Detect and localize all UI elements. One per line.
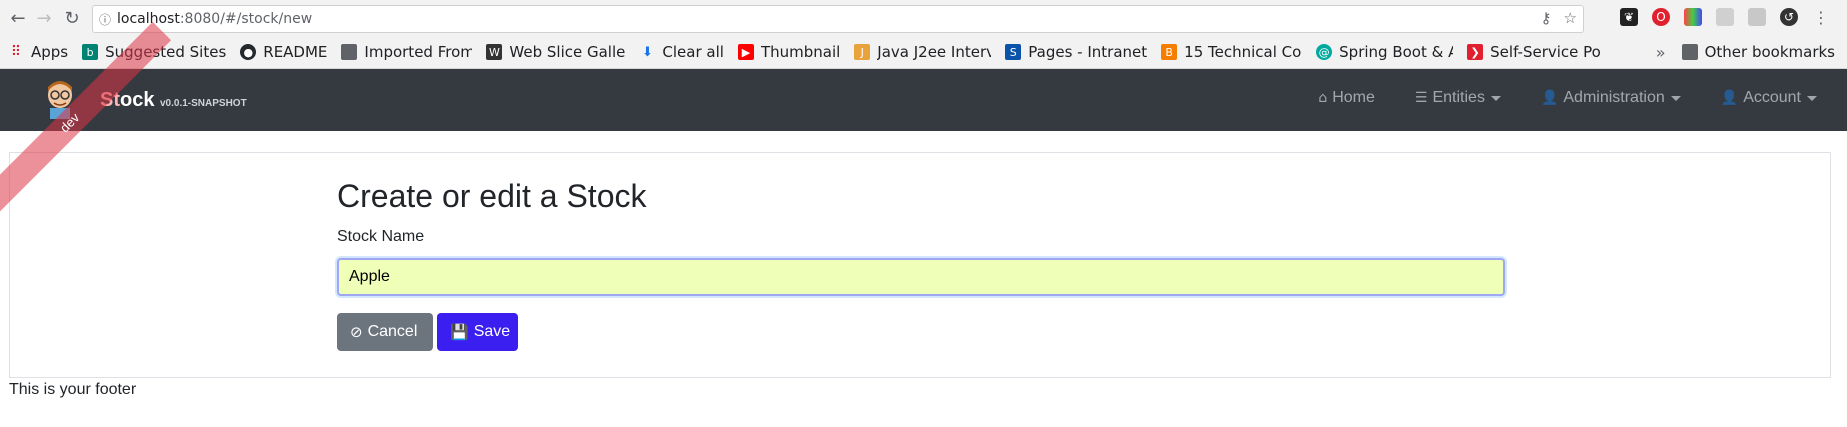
bookmark-apps[interactable]: ⠿ Apps [8,40,68,64]
cancel-button[interactable]: ⊘ Cancel [337,313,433,351]
forward-arrow-icon[interactable]: → [32,6,56,30]
url-text: localhost:8080/#/stock/new [117,11,313,27]
bookmark-clear-all[interactable]: ⬇ Clear all [639,40,724,64]
github-icon: ● [240,44,257,60]
back-arrow-icon[interactable]: ← [6,6,30,30]
chevron-down-icon [1670,95,1681,101]
chevron-down-icon [1490,95,1501,101]
web-slice-icon: W [486,44,503,60]
other-bookmarks[interactable]: Other bookmarks [1681,40,1835,64]
nav-home[interactable]: ⌂ Home [1318,89,1375,107]
nav-entities[interactable]: ☰ Entities [1415,89,1501,107]
spiral-icon: @ [1316,44,1333,60]
extensions-bar: ❦ O ↺ ⋮ [1620,8,1830,27]
nav-menu: ⌂ Home ☰ Entities 👤 Administration 👤 Acc… [1278,89,1817,107]
nav-account[interactable]: 👤 Account [1721,89,1817,107]
browser-toolbar: ← → ↻ ⓘ localhost:8080/#/stock/new ⚷ ☆ ❦… [0,0,1847,36]
folder-icon [1681,44,1698,60]
footer-text: This is your footer [9,381,137,398]
bing-icon: b [82,44,99,60]
stock-name-label: Stock Name [337,228,425,245]
reload-icon[interactable]: ↻ [60,6,84,30]
bookmark-imported[interactable]: Imported From I [341,40,472,64]
bookmark-spring-boot[interactable]: @ Spring Boot & A [1316,40,1453,64]
floppy-disk-icon: 💾 [450,323,469,341]
opera-icon[interactable]: O [1652,8,1670,26]
bookmark-web-slice[interactable]: W Web Slice Gallery [486,40,625,64]
color-extension-icon[interactable] [1684,8,1702,26]
extension-icon-3[interactable] [1748,8,1766,26]
menu-dots-icon[interactable]: ⋮ [1812,8,1830,27]
youtube-icon: ▶ [737,44,754,60]
list-icon: ☰ [1414,90,1428,106]
folder-icon [341,44,358,60]
info-icon[interactable]: ⓘ [93,11,117,28]
user-icon: 👤 [1720,90,1739,106]
bookmarks-bar: ⠿ Apps b Suggested Sites ● README Import… [0,36,1847,69]
nav-administration[interactable]: 👤 Administration [1541,89,1681,107]
chevron-down-icon [1807,95,1817,101]
bookmarks-overflow-chevron[interactable]: » [1656,43,1666,62]
apps-grid-icon: ⠿ [10,44,22,60]
sharepoint-icon: S [1005,44,1022,60]
bookmark-pages-intranet[interactable]: S Pages - Intranet [1005,40,1147,64]
star-icon[interactable]: ☆ [1564,9,1577,27]
home-icon: ⌂ [1318,90,1328,106]
bookmark-readme[interactable]: ● README [240,40,327,64]
extension-icon[interactable]: ❦ [1620,8,1638,26]
app-version: v0.0.1-SNAPSHOT [160,98,247,109]
bookmark-self-service[interactable]: ❯ Self-Service Port [1467,40,1602,64]
sync-icon[interactable]: ↺ [1780,8,1798,26]
bookmark-java[interactable]: J Java J2ee Interv [854,40,991,64]
app-navbar: Stock v0.0.1-SNAPSHOT ⌂ Home ☰ Entities … [0,69,1847,131]
ban-icon: ⊘ [350,323,363,341]
arrow-icon: ❯ [1467,44,1484,60]
save-button[interactable]: 💾 Save [437,313,518,351]
key-icon[interactable]: ⚷ [1541,9,1552,27]
page-title: Create or edit a Stock [337,178,647,214]
blogger-icon: B [1161,44,1178,60]
bookmark-technical[interactable]: B 15 Technical Cor [1161,40,1302,64]
extension-icon-2[interactable] [1716,8,1734,26]
bookmark-thumbnail[interactable]: ▶ Thumbnail [737,40,840,64]
address-bar[interactable]: ⓘ localhost:8080/#/stock/new ⚷ ☆ [92,5,1584,33]
stock-name-input[interactable] [337,258,1505,296]
download-icon: ⬇ [641,44,653,60]
user-plus-icon: 👤 [1540,90,1559,106]
java-icon: J [854,44,871,60]
